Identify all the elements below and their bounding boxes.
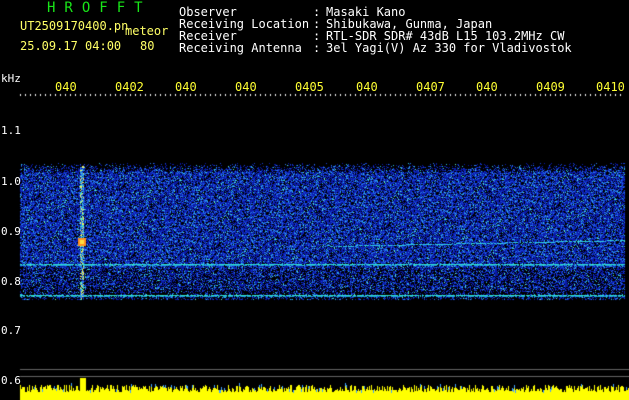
app-title: HROFFT [47, 0, 152, 16]
antenna-value: 3el Yagi(V) Az 330 for Vladivostok [326, 41, 572, 55]
y-tick: 0.9 [1, 225, 21, 238]
spectrogram-canvas [0, 0, 629, 400]
x-tick: 0402 [115, 80, 144, 94]
x-tick: 040 [235, 80, 257, 94]
x-tick: 0407 [416, 80, 445, 94]
y-tick: 1.0 [1, 175, 21, 188]
x-tick: 040 [356, 80, 378, 94]
y-axis-unit: kHz [1, 72, 21, 85]
x-tick: 040 [476, 80, 498, 94]
count-label: 80 [140, 39, 155, 53]
datetime-label: 25.09.17 04:00 [20, 39, 122, 53]
filename-label: UT2509170400.pn [20, 19, 129, 33]
x-tick: 0410 [596, 80, 625, 94]
x-tick: 040 [175, 80, 197, 94]
y-tick: 0.7 [1, 324, 21, 337]
x-tick: 040 [55, 80, 77, 94]
x-tick: 0405 [295, 80, 324, 94]
antenna-label: Receiving Antenna [179, 41, 302, 55]
y-tick: 0.8 [1, 275, 21, 288]
y-tick: 1.1 [1, 124, 21, 137]
mode-label: meteor [125, 24, 169, 38]
antenna-sep: : [313, 41, 321, 55]
y-tick: 0.6 [1, 374, 21, 387]
x-tick: 0409 [536, 80, 565, 94]
